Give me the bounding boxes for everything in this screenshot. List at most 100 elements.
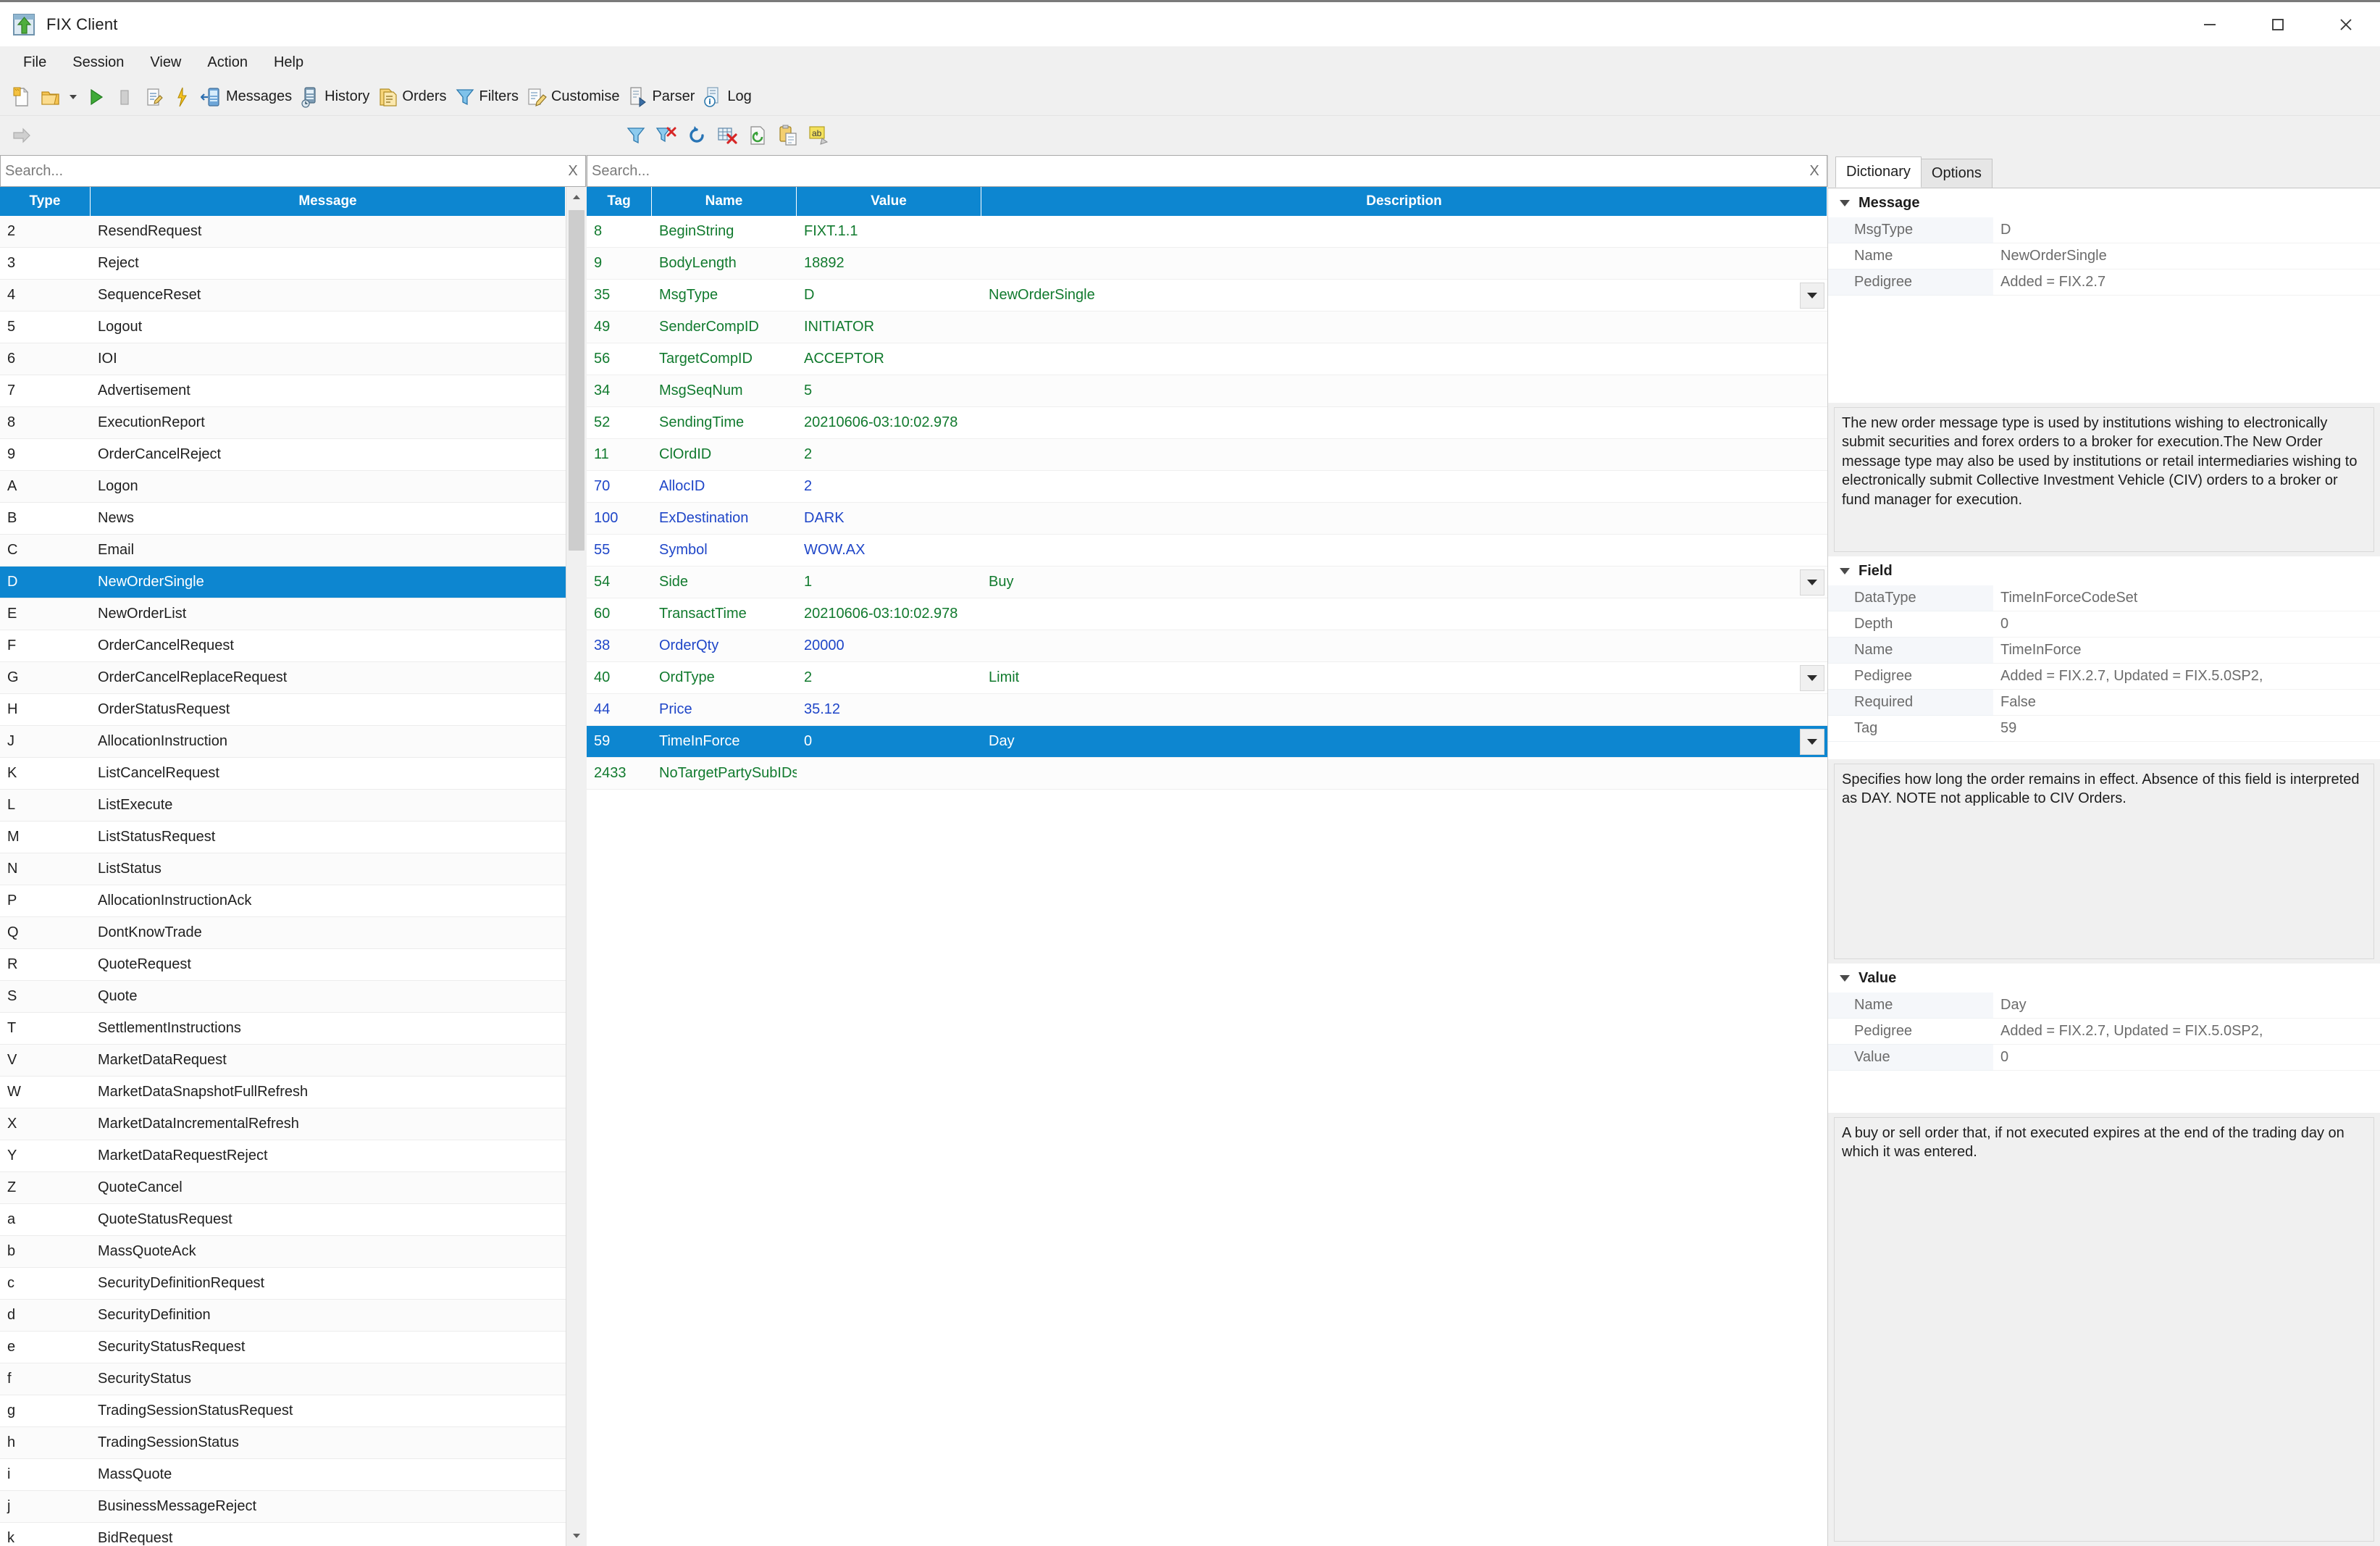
table-row[interactable]: VMarketDataRequest	[0, 1045, 566, 1077]
table-row[interactable]: CEmail	[0, 535, 566, 567]
chevron-down-icon[interactable]	[1835, 561, 1854, 580]
messages-button[interactable]: Messages	[197, 81, 296, 113]
table-row[interactable]: 100ExDestinationDARK	[587, 503, 1827, 535]
column-header-value[interactable]: Value	[797, 187, 981, 216]
log-button[interactable]: Log	[698, 81, 755, 113]
chevron-down-icon[interactable]	[1835, 193, 1854, 212]
table-row[interactable]: NListStatus	[0, 853, 566, 885]
table-row[interactable]: ZQuoteCancel	[0, 1172, 566, 1204]
new-file-button[interactable]	[7, 81, 36, 113]
property-row[interactable]: RequiredFalse	[1828, 690, 2380, 716]
run-button[interactable]	[81, 81, 110, 113]
property-row[interactable]: PedigreeAdded = FIX.2.7, Updated = FIX.5…	[1828, 1019, 2380, 1045]
menu-item-session[interactable]: Session	[59, 50, 137, 75]
message-search-input[interactable]	[1, 162, 561, 180]
table-row[interactable]: 7Advertisement	[0, 375, 566, 407]
table-row[interactable]: 5Logout	[0, 312, 566, 343]
message-group-header[interactable]: Message	[1828, 188, 2380, 217]
table-row[interactable]: 4SequenceReset	[0, 280, 566, 312]
field-search-input[interactable]	[587, 162, 1802, 180]
orders-button[interactable]: Orders	[373, 81, 450, 113]
table-row[interactable]: eSecurityStatusRequest	[0, 1332, 566, 1363]
chevron-down-icon[interactable]	[1800, 283, 1824, 309]
highlight-button[interactable]: ab	[804, 120, 833, 151]
chevron-down-icon[interactable]	[1800, 729, 1824, 755]
table-row[interactable]: XMarketDataIncrementalRefresh	[0, 1108, 566, 1140]
table-row[interactable]: 8BeginStringFIXT.1.1	[587, 216, 1827, 248]
column-header-tag[interactable]: Tag	[587, 187, 652, 216]
table-row[interactable]: 40OrdType2Limit	[587, 662, 1827, 694]
table-row[interactable]: 2433NoTargetPartySubIDs	[587, 758, 1827, 790]
menu-item-view[interactable]: View	[137, 50, 194, 75]
copy-button[interactable]	[774, 120, 803, 151]
tab-dictionary[interactable]: Dictionary	[1835, 156, 1922, 188]
table-row[interactable]: DNewOrderSingle	[0, 567, 566, 598]
table-row[interactable]: HOrderStatusRequest	[0, 694, 566, 726]
table-row[interactable]: iMassQuote	[0, 1459, 566, 1491]
table-row[interactable]: FOrderCancelRequest	[0, 630, 566, 662]
column-header-type[interactable]: Type	[0, 187, 91, 216]
value-group-header[interactable]: Value	[1828, 964, 2380, 993]
tab-options[interactable]: Options	[1921, 159, 1993, 188]
table-row[interactable]: 34MsgSeqNum5	[587, 375, 1827, 407]
table-row[interactable]: 3Reject	[0, 248, 566, 280]
column-header-description[interactable]: Description	[981, 187, 1827, 216]
table-row[interactable]: 49SenderCompIDINITIATOR	[587, 312, 1827, 343]
table-row[interactable]: 2ResendRequest	[0, 216, 566, 248]
send-button[interactable]	[7, 120, 36, 151]
chevron-down-icon[interactable]	[1800, 569, 1824, 596]
property-row[interactable]: Value0	[1828, 1045, 2380, 1071]
table-row[interactable]: SQuote	[0, 981, 566, 1013]
edit-message-button[interactable]	[139, 81, 168, 113]
scroll-thumb[interactable]	[569, 210, 584, 551]
chevron-down-icon[interactable]	[1800, 665, 1824, 691]
table-row[interactable]: dSecurityDefinition	[0, 1300, 566, 1332]
menu-item-help[interactable]: Help	[261, 50, 317, 75]
table-row[interactable]: fSecurityStatus	[0, 1363, 566, 1395]
clear-grid-button[interactable]	[713, 120, 742, 151]
reload-document-button[interactable]	[743, 120, 772, 151]
table-row[interactable]: QDontKnowTrade	[0, 917, 566, 949]
table-row[interactable]: BNews	[0, 503, 566, 535]
refresh-button[interactable]	[682, 120, 711, 151]
table-row[interactable]: MListStatusRequest	[0, 822, 566, 853]
table-row[interactable]: 59TimeInForce0Day	[587, 726, 1827, 758]
column-header-name[interactable]: Name	[652, 187, 797, 216]
property-row[interactable]: Tag59	[1828, 716, 2380, 742]
table-row[interactable]: PAllocationInstructionAck	[0, 885, 566, 917]
close-button[interactable]	[2312, 2, 2380, 46]
menu-item-file[interactable]: File	[10, 50, 59, 75]
filters-button[interactable]: Filters	[451, 81, 522, 113]
column-header-message[interactable]: Message	[91, 187, 566, 216]
table-row[interactable]: 56TargetCompIDACCEPTOR	[587, 343, 1827, 375]
minimize-button[interactable]	[2176, 2, 2244, 46]
stop-button[interactable]	[110, 81, 139, 113]
table-row[interactable]: KListCancelRequest	[0, 758, 566, 790]
table-row[interactable]: 44Price35.12	[587, 694, 1827, 726]
property-row[interactable]: PedigreeAdded = FIX.2.7, Updated = FIX.5…	[1828, 664, 2380, 690]
scroll-down-icon[interactable]	[566, 1526, 587, 1546]
parser-button[interactable]: Parser	[623, 81, 698, 113]
property-row[interactable]: DataTypeTimeInForceCodeSet	[1828, 585, 2380, 611]
table-row[interactable]: 9BodyLength18892	[587, 248, 1827, 280]
table-row[interactable]: 52SendingTime20210606-03:10:02.978	[587, 407, 1827, 439]
table-row[interactable]: 55SymbolWOW.AX	[587, 535, 1827, 567]
table-row[interactable]: 70AllocID2	[587, 471, 1827, 503]
table-row[interactable]: WMarketDataSnapshotFullRefresh	[0, 1077, 566, 1108]
table-row[interactable]: 35MsgTypeDNewOrderSingle	[587, 280, 1827, 312]
history-button[interactable]: History	[296, 81, 373, 113]
table-row[interactable]: cSecurityDefinitionRequest	[0, 1268, 566, 1300]
scroll-up-icon[interactable]	[566, 187, 587, 207]
table-row[interactable]: ALogon	[0, 471, 566, 503]
table-row[interactable]: TSettlementInstructions	[0, 1013, 566, 1045]
apply-filter-button[interactable]	[621, 120, 650, 151]
chevron-down-icon[interactable]	[1835, 969, 1854, 987]
table-row[interactable]: kBidRequest	[0, 1523, 566, 1546]
table-row[interactable]: YMarketDataRequestReject	[0, 1140, 566, 1172]
message-list-body[interactable]: 2ResendRequest3Reject4SequenceReset5Logo…	[0, 216, 566, 1546]
field-search-clear-icon[interactable]: X	[1802, 163, 1827, 180]
property-row[interactable]: PedigreeAdded = FIX.2.7	[1828, 269, 2380, 296]
table-row[interactable]: 60TransactTime20210606-03:10:02.978	[587, 598, 1827, 630]
field-grid-body[interactable]: 8BeginStringFIXT.1.19BodyLength1889235Ms…	[587, 216, 1827, 1546]
table-row[interactable]: gTradingSessionStatusRequest	[0, 1395, 566, 1427]
